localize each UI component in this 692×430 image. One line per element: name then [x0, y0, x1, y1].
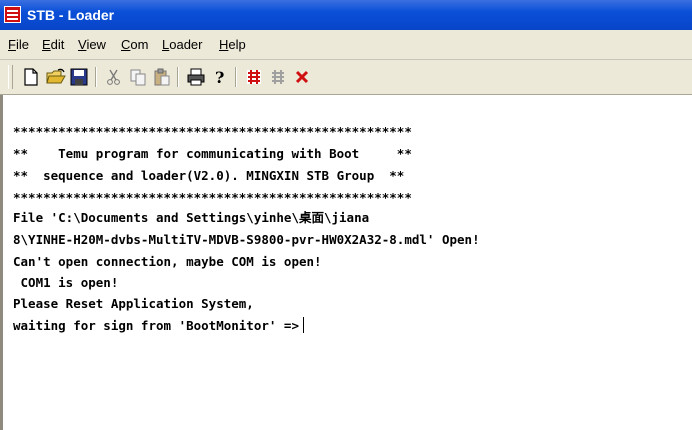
- terminal-line: File 'C:\Documents and Settings\yinhe\桌面…: [13, 210, 370, 225]
- stb-app-icon: [4, 6, 21, 23]
- toolbar: ?: [0, 60, 692, 95]
- terminal-line: ** sequence and loader(V2.0). MINGXIN ST…: [13, 168, 405, 183]
- cut-icon: [107, 69, 120, 85]
- toolbar-separator: [235, 67, 237, 87]
- window-title: STB - Loader: [27, 7, 115, 23]
- print-button[interactable]: [185, 66, 207, 88]
- terminal-line: 8\YINHE-H20M-dvbs-MultiTV-MDVB-S9800-pvr…: [13, 232, 480, 247]
- paste-button[interactable]: [151, 66, 173, 88]
- terminal-line: ****************************************…: [13, 124, 412, 139]
- menu-com[interactable]: Com: [121, 37, 148, 53]
- menu-loader[interactable]: Loader: [162, 37, 202, 53]
- save-button[interactable]: [68, 66, 90, 88]
- svg-text:?: ?: [215, 68, 224, 86]
- terminal-line: COM1 is open!: [13, 275, 119, 290]
- menu-file[interactable]: File: [8, 37, 29, 53]
- new-file-button[interactable]: [20, 66, 42, 88]
- paste-icon: [154, 68, 170, 86]
- terminal-line: ****************************************…: [13, 190, 412, 205]
- close-button[interactable]: [291, 66, 313, 88]
- terminal-prompt-text: waiting for sign from 'BootMonitor' =>: [13, 318, 299, 333]
- disconnect-button[interactable]: [267, 66, 289, 88]
- new-file-icon: [24, 68, 38, 86]
- help-button[interactable]: ?: [209, 66, 231, 88]
- help-icon: ?: [215, 68, 224, 86]
- toolbar-separator: [177, 67, 179, 87]
- open-button[interactable]: [44, 66, 66, 88]
- menu-view[interactable]: View: [78, 37, 106, 53]
- open-folder-icon: [46, 68, 66, 84]
- menu-bar: File Edit View Com Loader Help: [0, 30, 692, 60]
- menu-edit[interactable]: Edit: [42, 37, 64, 53]
- terminal-output[interactable]: ****************************************…: [0, 95, 692, 430]
- connect-button[interactable]: [243, 66, 265, 88]
- terminal-prompt-line: waiting for sign from 'BootMonitor' =>: [13, 316, 304, 336]
- close-x-icon: [295, 70, 309, 84]
- toolbar-grip[interactable]: [8, 65, 13, 89]
- terminal-line: ** Temu program for communicating with B…: [13, 146, 412, 161]
- terminal-line: Please Reset Application System,: [13, 296, 254, 311]
- stb-loader-window: STB - Loader File Edit View Com Loader H…: [0, 0, 692, 430]
- save-icon: [70, 68, 88, 86]
- disconnect-icon: [272, 70, 284, 84]
- copy-icon: [130, 69, 146, 86]
- cut-button[interactable]: [103, 66, 125, 88]
- menu-help[interactable]: Help: [219, 37, 246, 53]
- copy-button[interactable]: [127, 66, 149, 88]
- terminal-line: Can't open connection, maybe COM is open…: [13, 254, 322, 269]
- connect-icon: [247, 70, 261, 84]
- print-icon: [187, 68, 205, 86]
- text-cursor: [302, 317, 304, 333]
- toolbar-separator: [95, 67, 97, 87]
- title-bar[interactable]: STB - Loader: [0, 0, 692, 30]
